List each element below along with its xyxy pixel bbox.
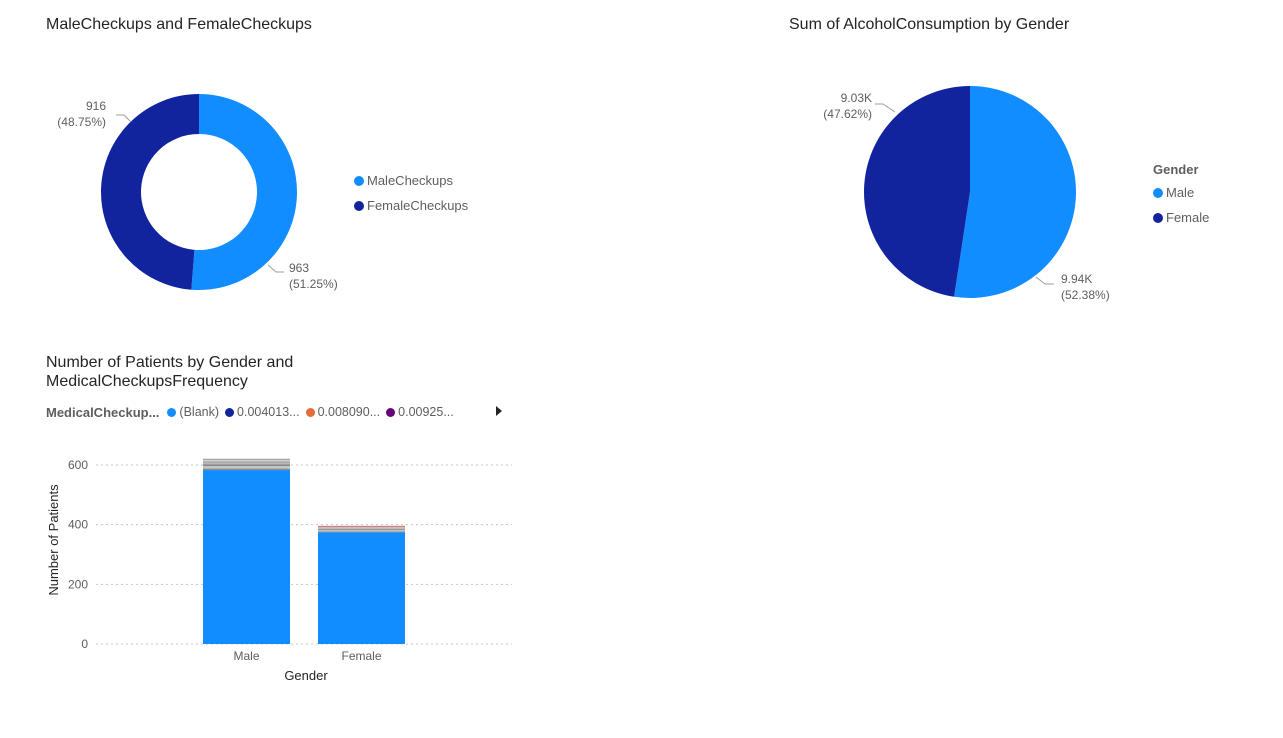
bar-segment-male-0[interactable]: [203, 470, 290, 644]
legend-item-femalecheckups[interactable]: FemaleCheckups: [354, 193, 468, 218]
donut-label-male-value: 963: [289, 261, 309, 275]
legend-dot: [354, 200, 364, 211]
legend-dot: [225, 407, 235, 417]
legend-label: Female: [1166, 210, 1210, 225]
bar-segment-female-5[interactable]: [318, 527, 405, 528]
donut-label-female-pct: (48.75%): [57, 115, 106, 129]
legend-label: 0.00925...: [398, 405, 454, 419]
donut-leader-male: [267, 264, 284, 273]
y-tick-label: 400: [68, 518, 88, 532]
donut-label-male-pct: (51.25%): [289, 277, 338, 291]
bar-segment-female-7[interactable]: [318, 525, 405, 527]
pie-legend-title: Gender: [1153, 161, 1199, 177]
legend-dot: [305, 407, 315, 417]
legend-dot: [386, 407, 396, 417]
pie-legend: Gender Male Female: [1153, 158, 1209, 230]
bar-chart[interactable]: Number of Patients Gender 0 200 400 600 Male…: [0, 430, 560, 730]
bar-segment-male-4[interactable]: [203, 462, 290, 465]
legend-label: 0.008090...: [317, 405, 381, 419]
legend-dot: [354, 175, 364, 186]
bar-segment-male-7[interactable]: [203, 458, 290, 460]
bar-segment-male-3[interactable]: [203, 464, 290, 466]
legend-item-malecheckups[interactable]: MaleCheckups: [354, 168, 468, 193]
donut-slice-malecheckups[interactable]: [191, 94, 298, 290]
legend-label: FemaleCheckups: [367, 198, 469, 213]
bar-title: Number of Patients by Gender and Medical…: [46, 354, 294, 390]
y-tick-label: 600: [68, 458, 88, 472]
legend-item-male[interactable]: Male: [1153, 180, 1209, 205]
donut-chart[interactable]: 916 (48.75%) 963 (51.25%): [0, 0, 560, 330]
legend-item-female[interactable]: Female: [1153, 205, 1209, 230]
legend-label: (Blank): [179, 405, 220, 419]
y-tick-label: 0: [81, 637, 88, 651]
legend-next-arrow-icon[interactable]: [496, 406, 502, 416]
pie-label-male-value: 9.94K: [1061, 272, 1092, 286]
donut-legend: MaleCheckups FemaleCheckups: [354, 168, 468, 218]
legend-dot: [1153, 212, 1163, 223]
bar-segment-female-2[interactable]: [318, 529, 405, 532]
pie-leader-male: [1035, 276, 1054, 285]
bar-segment-female-4[interactable]: [318, 527, 405, 529]
bar-segment-female-3[interactable]: [318, 528, 405, 530]
legend-item-0-008090[interactable]: 0.008090...: [305, 403, 381, 421]
y-tick-label: 200: [68, 577, 88, 591]
pie-leader-female: [875, 103, 896, 113]
bar-segment-male-1[interactable]: [203, 468, 290, 471]
donut-leader-female: [116, 114, 132, 123]
legend-dot: [1153, 187, 1163, 198]
x-tick-label: Male: [233, 649, 259, 663]
legend-item-blank[interactable]: (Blank): [167, 403, 219, 421]
legend-label: Male: [1166, 185, 1195, 200]
legend-label: 0.004013...: [237, 405, 300, 419]
donut-visual[interactable]: MaleCheckups and FemaleCheckups 916 (48.…: [0, 0, 560, 330]
bar-segment-male-2[interactable]: [203, 465, 290, 469]
bar-x-axis-title: Gender: [284, 668, 328, 683]
bar-segment-female-1[interactable]: [318, 531, 405, 533]
donut-slice-femalecheckups[interactable]: [101, 94, 199, 290]
bar-segment-male-6[interactable]: [203, 459, 290, 462]
bar-segment-female-6[interactable]: [318, 526, 405, 528]
legend-item-0-00925[interactable]: 0.00925...: [386, 403, 454, 421]
donut-label-female-value: 916: [86, 99, 106, 113]
x-tick-label: Female: [341, 649, 381, 663]
pie-label-male-pct: (52.38%): [1061, 288, 1110, 302]
legend-dot: [167, 407, 177, 417]
pie-label-female-value: 9.03K: [841, 91, 872, 105]
pie-label-female-pct: (47.62%): [823, 107, 872, 121]
bar-segment-female-0[interactable]: [318, 532, 405, 644]
bar-legend-title: MedicalCheckup...: [46, 404, 160, 420]
legend-item-0-004013[interactable]: 0.004013...: [225, 403, 300, 421]
pie-slice-male[interactable]: [954, 86, 1076, 298]
bar-y-axis-title: Number of Patients: [46, 484, 61, 596]
bar-legend: MedicalCheckup... (Blank) 0.004013... 0.…: [46, 403, 516, 421]
pie-visual[interactable]: Sum of AlcoholConsumption by Gender 9.03…: [740, 0, 1283, 330]
legend-label: MaleCheckups: [367, 173, 453, 188]
bar-segment-male-5[interactable]: [203, 461, 290, 463]
pie-slice-female[interactable]: [864, 86, 970, 297]
